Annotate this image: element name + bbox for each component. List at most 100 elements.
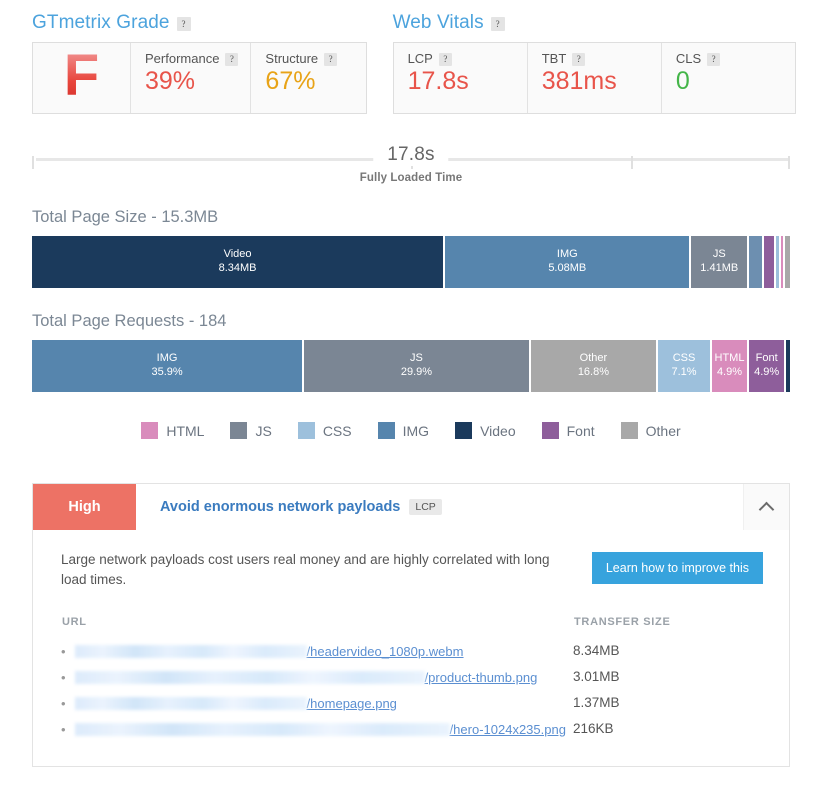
resource-url-link[interactable]: /headervideo_1080p.webm (74, 643, 464, 660)
segment-value: 8.34MB (218, 262, 257, 274)
bar-segment-video[interactable] (786, 340, 790, 392)
recommendation-description-row: Large network payloads cost users real m… (61, 550, 763, 589)
list-bullet-icon: • (61, 643, 66, 659)
total-page-requests-block: Total Page Requests - 184 IMG 35.9% JS 29.9… (32, 312, 790, 392)
legend-item-video[interactable]: Video (455, 422, 516, 439)
structure-label-row: Structure ? (265, 51, 353, 66)
audit-url-table: URL TRANSFER SIZE • /headervideo_1080p.we… (61, 615, 763, 742)
transfer-size-value: 1.37MB (573, 695, 620, 711)
tbt-label: TBT (541, 51, 567, 66)
legend-swatch (297, 422, 315, 439)
bar-segment-video[interactable]: Video 8.34MB (32, 236, 446, 288)
help-icon[interactable]: ? (438, 53, 452, 66)
column-header-transfer-size: TRANSFER SIZE (574, 616, 671, 629)
web-vitals-heading: Web Vitals ? (393, 12, 796, 34)
redacted-url-prefix (74, 645, 307, 659)
chevron-up-icon (760, 501, 773, 514)
divider-tick-right (788, 156, 790, 169)
url-cell: • /product-thumb.png (61, 664, 573, 690)
legend-item-js[interactable]: JS (230, 422, 272, 439)
bar-segment-other[interactable] (785, 236, 790, 288)
summary-row: GTmetrix Grade ? F Performance ? 39% Str… (0, 0, 822, 114)
url-cell: • /homepage.png (61, 690, 573, 716)
bar-segment-img[interactable]: IMG 5.08MB (445, 236, 692, 288)
legend-item-font[interactable]: Font (541, 422, 595, 439)
fully-loaded-time-label: Fully Loaded Time (359, 172, 463, 184)
help-icon[interactable]: ? (176, 17, 191, 31)
bar-segment-js[interactable]: JS 1.41MB (691, 236, 750, 288)
gtmetrix-grade-section: GTmetrix Grade ? F Performance ? 39% Str… (32, 12, 367, 114)
help-icon[interactable]: ? (572, 53, 586, 66)
bar-segment-html[interactable]: HTML 4.9% (711, 340, 750, 392)
bar-segment-js[interactable]: JS 29.9% (304, 340, 531, 392)
recommendation-title[interactable]: Avoid enormous network payloads (160, 499, 400, 515)
overall-grade: F (63, 43, 100, 108)
metric-tag-lcp: LCP (409, 499, 442, 515)
legend-label: JS (255, 422, 272, 439)
collapse-toggle-button[interactable] (743, 484, 789, 530)
divider-tick-inner (630, 156, 633, 169)
help-icon[interactable]: ? (490, 17, 505, 31)
legend-swatch (377, 422, 395, 439)
transfer-size-cell: 216KB (573, 716, 763, 742)
segment-value: 35.9% (151, 366, 183, 378)
total-page-size-title: Total Page Size - 15.3MB (32, 208, 219, 226)
learn-how-to-improve-button[interactable]: Learn how to improve this (591, 552, 763, 584)
legend-swatch (455, 422, 473, 439)
segment-value: 5.08MB (548, 262, 587, 274)
cls-label: CLS (675, 51, 702, 66)
segment-label: HTML (714, 352, 745, 365)
performance-metric: Performance ? 39% (130, 43, 250, 113)
legend-item-css[interactable]: CSS (297, 422, 352, 439)
resource-url-link[interactable]: /hero-1024x235.png (74, 721, 566, 738)
help-icon[interactable]: ? (225, 53, 239, 66)
list-bullet-icon: • (61, 695, 66, 711)
lcp-metric: LCP ? 17.8s (394, 43, 527, 113)
bar-segment-other[interactable]: Other 16.8% (530, 340, 659, 392)
help-icon[interactable]: ? (707, 53, 721, 66)
bar-segment-font[interactable] (764, 236, 776, 288)
legend-item-html[interactable]: HTML (141, 422, 204, 439)
bar-segment-img[interactable]: IMG 35.9% (32, 340, 305, 392)
lcp-label-row: LCP ? (408, 51, 515, 66)
transfer-size-cell: 8.34MB (573, 638, 763, 664)
segment-label: JS (410, 352, 423, 365)
resource-url-link[interactable]: /product-thumb.png (74, 669, 537, 685)
redacted-url-prefix (74, 671, 425, 685)
recommendation-description: Large network payloads cost users real m… (61, 552, 550, 587)
transfer-size-cell: 1.37MB (573, 690, 763, 716)
gtmetrix-report-page: GTmetrix Grade ? F Performance ? 39% Str… (0, 0, 822, 805)
structure-label: Structure (265, 51, 319, 66)
resource-type-legend: HTML JS CSS IMG Video Font Other (0, 422, 822, 439)
url-suffix: /hero-1024x235.png (449, 722, 566, 738)
table-header-row: URL TRANSFER SIZE (61, 615, 763, 638)
transfer-size-value: 3.01MB (573, 669, 620, 685)
table-row: • /hero-1024x235.png 216KB (61, 716, 763, 742)
help-icon[interactable]: ? (324, 53, 338, 66)
page-requests-bar: IMG 35.9% JS 29.9% Other 16.8% CSS 7.1% HTML 4.9%… (32, 340, 790, 392)
transfer-size-value: 216KB (573, 721, 614, 737)
legend-label: HTML (166, 422, 205, 439)
list-bullet-icon: • (61, 669, 66, 685)
cls-metric: CLS ? 0 (660, 43, 795, 113)
table-row: • /product-thumb.png 3.01MB (61, 664, 763, 690)
transfer-size-cell: 3.01MB (573, 664, 763, 690)
table-row: • /homepage.png 1.37MB (61, 690, 763, 716)
redacted-url-prefix (74, 723, 450, 737)
url-suffix: /headervideo_1080p.webm (306, 644, 464, 660)
legend-item-img[interactable]: IMG (377, 422, 429, 439)
segment-value: 29.9% (400, 366, 433, 378)
resource-url-link[interactable]: /homepage.png (74, 695, 397, 711)
gtmetrix-grade-heading: GTmetrix Grade ? (32, 12, 367, 34)
column-header-url: URL (62, 616, 87, 629)
transfer-size-value: 8.34MB (573, 643, 620, 659)
bar-segment-css[interactable]: CSS 7.1% (658, 340, 712, 392)
recommendation-header[interactable]: High Avoid enormous network payloads LCP (33, 484, 789, 530)
legend-item-other[interactable]: Other (620, 422, 681, 439)
segment-label: CSS (672, 352, 696, 365)
structure-metric: Structure ? 67% (250, 43, 365, 113)
bar-segment-font[interactable]: Font 4.9% (749, 340, 787, 392)
bar-segment-img[interactable] (749, 236, 765, 288)
segment-value: 1.41MB (700, 262, 739, 274)
performance-value: 39% (145, 67, 196, 95)
